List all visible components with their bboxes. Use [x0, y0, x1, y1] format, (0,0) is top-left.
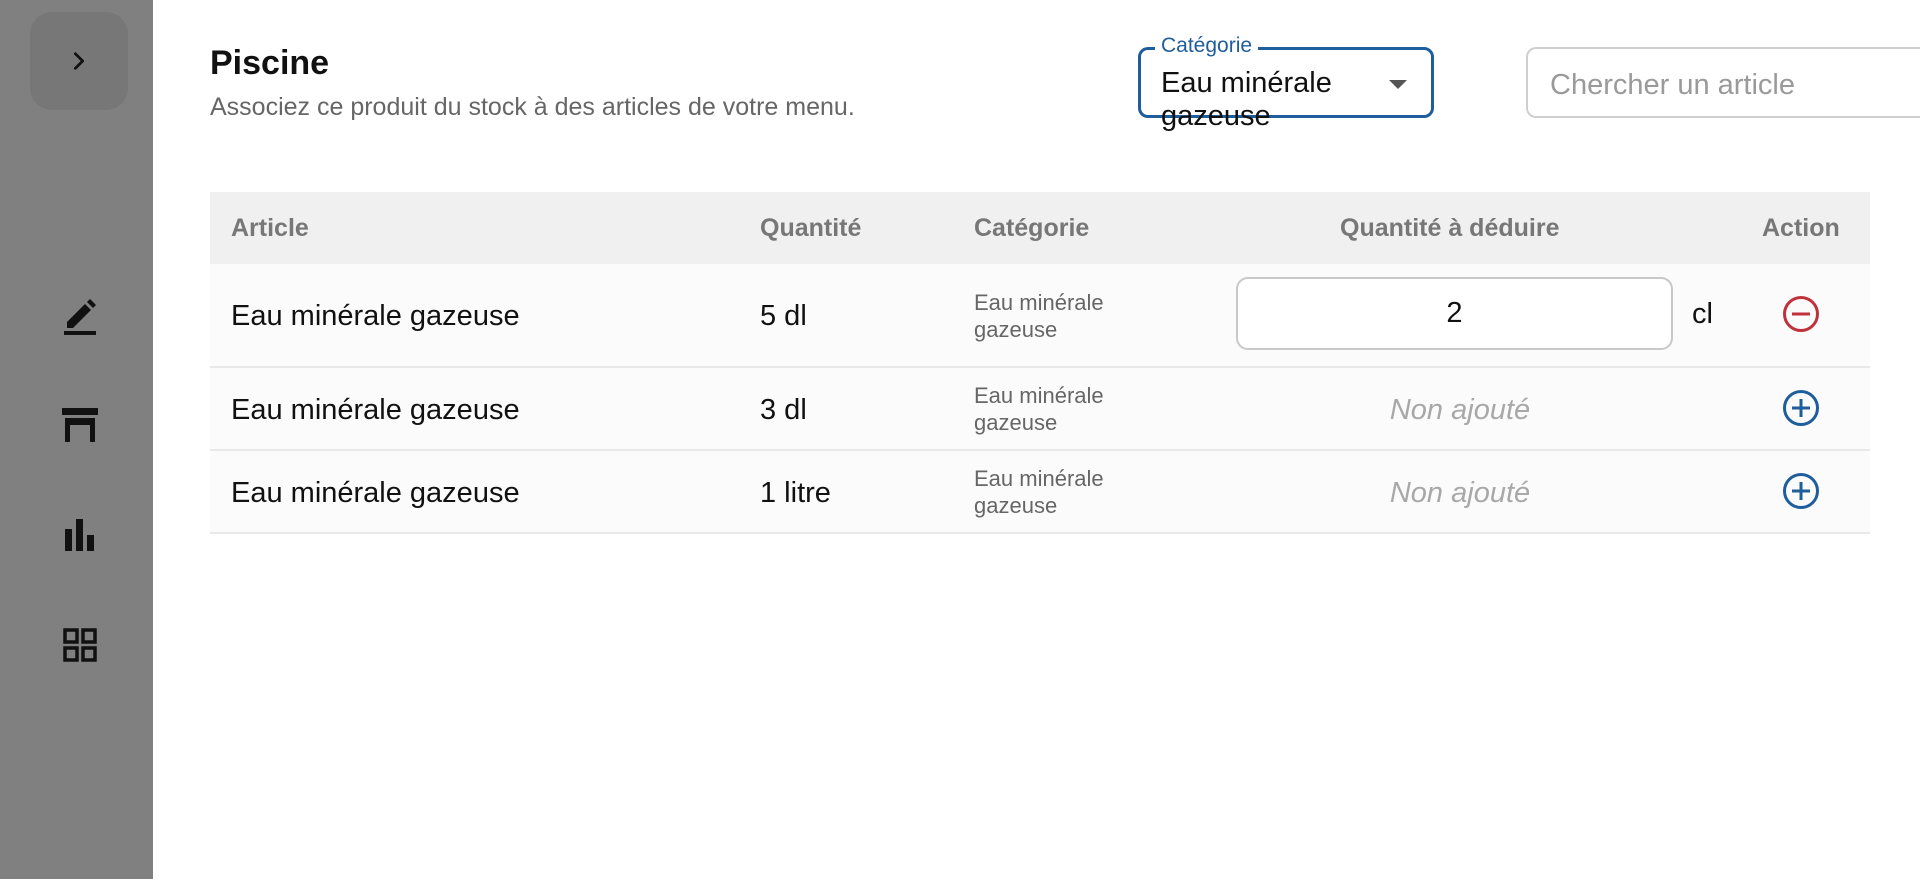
deduct-quantity-input[interactable]	[1236, 277, 1673, 350]
article-quantity: 5 dl	[760, 300, 807, 332]
expand-sidebar-button[interactable]	[30, 12, 128, 110]
chevron-right-icon	[73, 52, 85, 70]
edit-icon	[64, 299, 96, 335]
not-added-label: Non ajouté	[1389, 477, 1531, 509]
article-quantity: 3 dl	[760, 394, 807, 426]
table-header: Article Quantité Catégorie Quantité à dé…	[210, 192, 1870, 264]
add-circle-icon	[1783, 390, 1819, 426]
deduct-unit: cl	[1692, 298, 1713, 330]
add-circle-icon	[1783, 473, 1819, 509]
caret-down-icon	[1389, 80, 1407, 89]
sidebar	[0, 0, 153, 879]
article-name: Eau minérale gazeuse	[231, 477, 520, 509]
not-added-label: Non ajouté	[1389, 394, 1531, 426]
bar-chart-icon	[65, 519, 94, 551]
grid-icon	[63, 628, 97, 662]
article-quantity: 1 litre	[760, 477, 831, 509]
column-header-quantity: Quantité	[760, 214, 862, 242]
table-row: Eau minérale gazeuse 5 dl Eau minérale g…	[210, 264, 1870, 368]
article-category: Eau minérale gazeuse	[974, 290, 1104, 342]
nav-grid[interactable]	[58, 623, 102, 667]
table-row: Eau minérale gazeuse 3 dl Eau minérale g…	[210, 368, 1870, 451]
column-header-action: Action	[1762, 214, 1840, 242]
nav-stats[interactable]	[58, 513, 102, 557]
add-button[interactable]	[1781, 388, 1821, 428]
column-header-article: Article	[231, 214, 309, 242]
articles-table: Article Quantité Catégorie Quantité à dé…	[210, 192, 1870, 534]
column-header-deduct: Quantité à déduire	[1340, 214, 1560, 242]
remove-button[interactable]	[1781, 294, 1821, 334]
nav-edit[interactable]	[58, 294, 102, 338]
main-panel: Piscine Associez ce produit du stock à d…	[153, 0, 1920, 879]
search-field[interactable]	[1526, 47, 1920, 118]
category-select-label: Catégorie	[1155, 34, 1259, 58]
search-input[interactable]	[1550, 67, 1910, 103]
table-row: Eau minérale gazeuse 1 litre Eau minéral…	[210, 451, 1870, 534]
article-name: Eau minérale gazeuse	[231, 394, 520, 426]
page-title: Piscine	[210, 44, 330, 82]
table-icon	[62, 408, 98, 442]
page-subtitle: Associez ce produit du stock à des artic…	[210, 93, 855, 121]
article-name: Eau minérale gazeuse	[231, 300, 520, 332]
column-header-category: Catégorie	[974, 214, 1090, 242]
category-select[interactable]: Catégorie Eau minérale gazeuse	[1138, 34, 1434, 132]
add-button[interactable]	[1781, 471, 1821, 511]
article-category: Eau minérale gazeuse	[974, 466, 1104, 518]
nav-table[interactable]	[58, 403, 102, 447]
category-select-value: Eau minérale gazeuse	[1161, 67, 1332, 132]
remove-circle-icon	[1783, 296, 1819, 332]
article-category: Eau minérale gazeuse	[974, 383, 1104, 435]
